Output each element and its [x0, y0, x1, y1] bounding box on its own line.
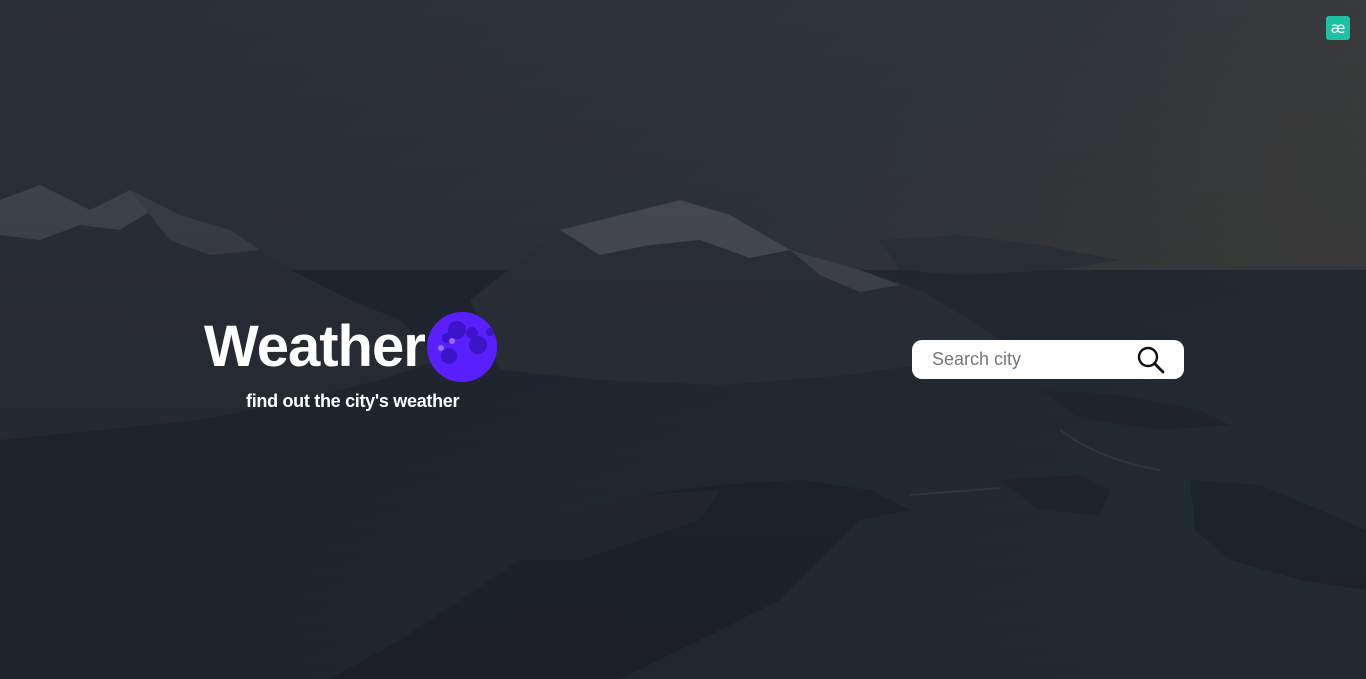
brand-header: Weather find out the city's weather	[204, 312, 504, 412]
app-subtitle: find out the city's weather	[246, 391, 460, 411]
app-title: Weather	[204, 314, 426, 379]
search-input[interactable]	[932, 340, 1132, 379]
search-box	[912, 340, 1184, 379]
search-button[interactable]	[1136, 345, 1166, 375]
search-icon	[1137, 346, 1165, 374]
extension-badge-icon[interactable]: æ	[1326, 16, 1350, 40]
moon-icon	[427, 312, 497, 382]
